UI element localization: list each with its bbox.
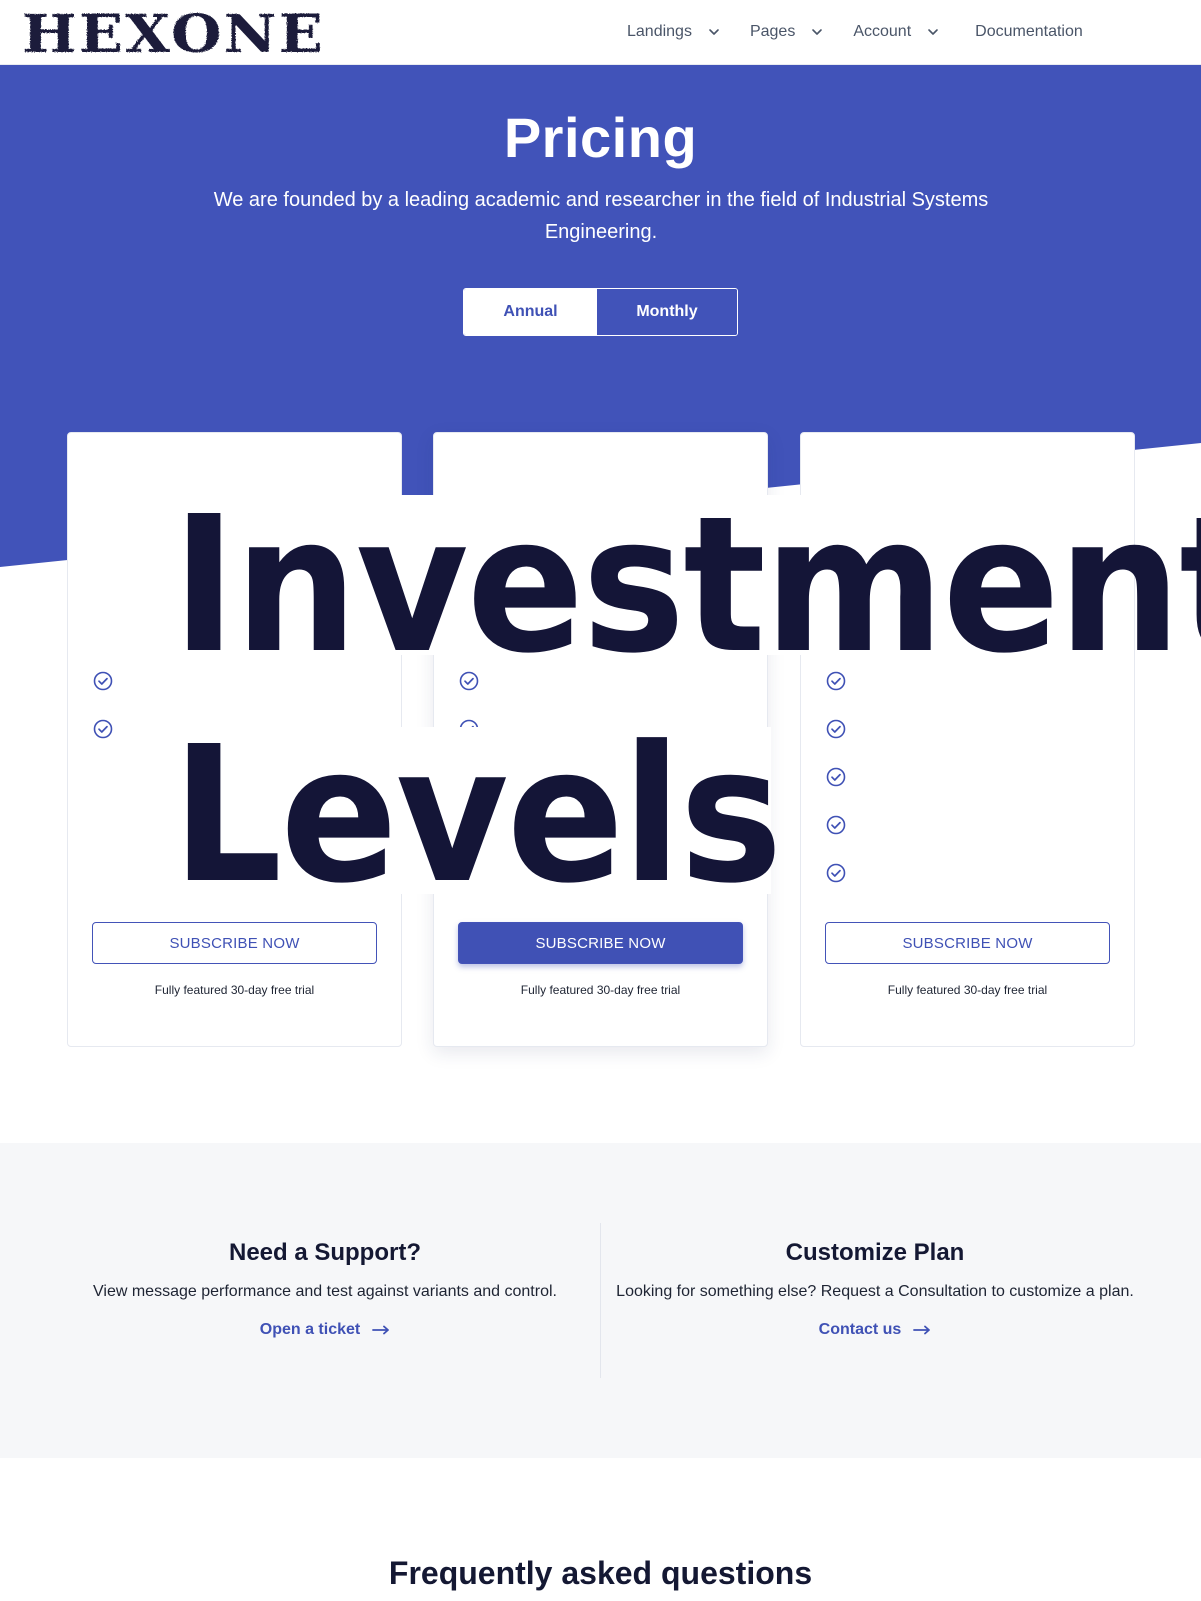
customize-title: Customize Plan [785,1239,965,1266]
nav-item-label: Documentation [975,23,1083,40]
support-text: View message performance and test agains… [93,1283,557,1300]
chevron-down-icon [928,29,938,35]
support-column: Need a Support? View message performance… [45,1239,605,1339]
overlay-heading-line1: Investment [172,476,1201,695]
page-title: Pricing [503,106,698,169]
support-title: Need a Support? [228,1239,421,1266]
trial-note: Fully featured 30-day free trial [154,983,315,997]
nav-item-documentation[interactable]: Documentation [975,23,1083,41]
nav-item-account[interactable]: Account [853,23,939,41]
support-section: Need a Support? View message performance… [0,1143,1201,1458]
check-circle-icon [93,719,113,739]
trial-note: Fully featured 30-day free trial [887,983,1048,997]
overlay-heading-line2: Levels [172,706,783,925]
subscribe-button[interactable]: SUBSCRIBE NOW [92,922,377,964]
customize-column: Customize Plan Looking for something els… [595,1239,1155,1339]
toggle-monthly[interactable]: Monthly [597,289,737,335]
page-subtitle: We are founded by a leading academic and… [213,189,989,243]
svg-text:HEXONE: HEXONE [22,6,325,60]
faq-title: Frequently asked questions [388,1555,813,1591]
logo-wordmark: HEXONE [22,6,325,60]
subscribe-button[interactable]: SUBSCRIBE NOW [825,922,1110,964]
billing-toggle: Annual Monthly [463,288,738,336]
nav-item-label: Pages [749,23,796,40]
check-circle-icon [826,863,846,883]
arrow-right-icon [372,1325,390,1335]
arrow-right-icon [913,1325,931,1335]
check-circle-icon [826,767,846,787]
brand-logo[interactable]: HEXONE [22,6,332,60]
nav-item-pages[interactable]: Pages [750,23,823,41]
main-nav: Landings Pages Account Documentation [627,0,1083,64]
check-circle-icon [826,815,846,835]
nav-item-label: Landings [627,23,692,40]
check-circle-icon [93,671,113,691]
chevron-down-icon [812,29,823,35]
open-ticket-link[interactable]: Open a ticket [260,1321,390,1339]
subscribe-button[interactable]: SUBSCRIBE NOW [458,922,743,964]
check-circle-icon [826,719,846,739]
contact-us-link[interactable]: Contact us [819,1321,932,1339]
link-label: Contact us [818,1321,902,1338]
nav-item-label: Account [853,23,912,40]
link-label: Open a ticket [259,1321,361,1338]
nav-item-landings[interactable]: Landings [627,23,720,41]
toggle-annual[interactable]: Annual [464,289,597,335]
navbar: HEXONE Landings Pages Account Documentat… [0,0,1201,65]
trial-note: Fully featured 30-day free trial [520,983,681,997]
customize-text: Looking for something else? Request a Co… [616,1283,1134,1300]
chevron-down-icon [709,29,719,35]
